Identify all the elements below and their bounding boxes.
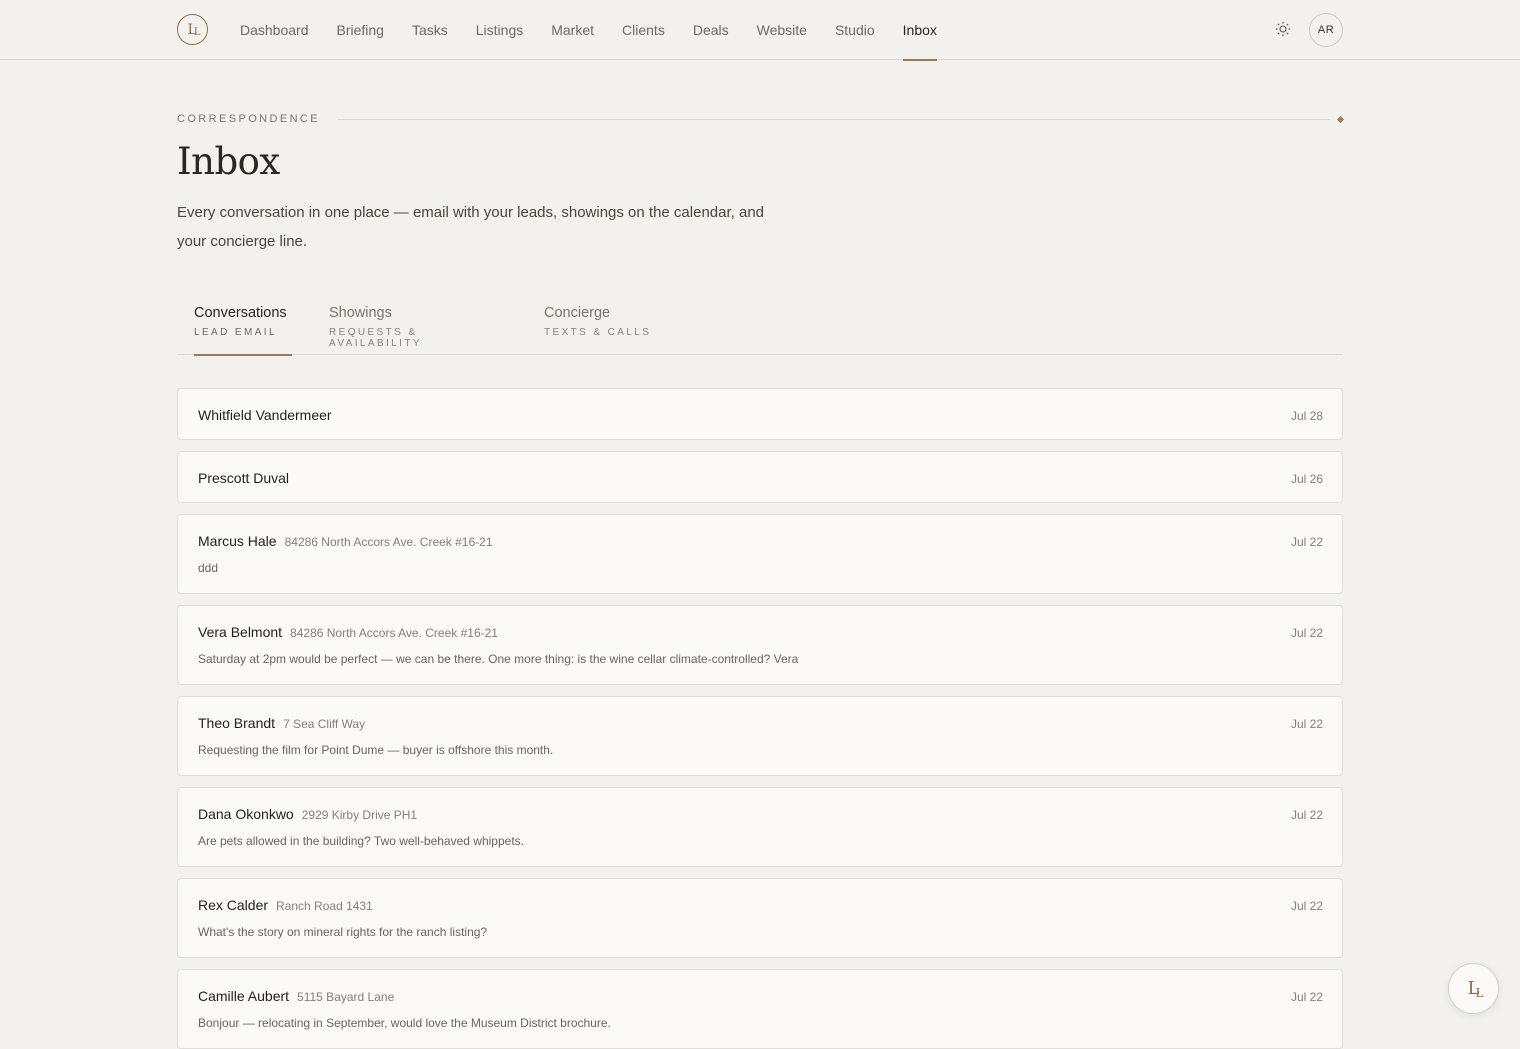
tab-label: Showings [329,305,392,321]
property-address: Ranch Road 1431 [276,899,373,913]
conversation-date: Jul 22 [1290,535,1323,549]
conversation-date: Jul 28 [1290,409,1323,423]
page-description: Every conversation in one place — email … [177,204,764,250]
message-preview: Are pets allowed in the building? Two we… [198,834,524,848]
tab-label: Concierge [544,305,611,321]
conversation-date: Jul 22 [1290,808,1323,822]
assistant-fab-button[interactable]: LL [1448,963,1499,1014]
tab-sublabel: TEXTS & CALLS [544,327,652,338]
conversation-row[interactable]: Vera Belmont 84286 North Accors Ave. Cree… [177,605,1343,685]
nav-item-tasks[interactable]: Tasks [412,0,448,60]
section-eyebrow-row: CORRESPONDENCE [177,111,1345,127]
sender-name: Prescott Duval [198,470,290,486]
nav-item-dashboard[interactable]: Dashboard [240,0,309,60]
sender-name: Whitfield Vandermeer [198,407,332,423]
property-address: 2929 Kirby Drive PH1 [301,808,418,822]
sender-name: Camille Aubert [198,988,290,1004]
sender-name: Marcus Hale [198,533,277,549]
conversation-date: Jul 22 [1290,990,1323,1004]
tab-showings[interactable]: Showings REQUESTS & AVAILABILITY [329,300,509,355]
nav-item-market[interactable]: Market [551,0,594,60]
message-preview: Requesting the film for Point Dume — buy… [198,743,554,757]
nav-item-studio[interactable]: Studio [835,0,875,60]
property-address: 84286 North Accors Ave. Creek #16-21 [290,626,498,640]
sender-name: Rex Calder [198,897,269,913]
brand-logo[interactable]: LL [177,14,208,45]
message-preview: Bonjour — relocating in September, would… [198,1016,611,1030]
sender-name: Vera Belmont [198,624,283,640]
tab-concierge[interactable]: Concierge TEXTS & CALLS [544,300,654,355]
tab-conversations[interactable]: Conversations LEAD EMAIL [194,300,292,356]
property-address: 7 Sea Cliff Way [283,717,366,731]
tab-sublabel: LEAD EMAIL [194,327,277,338]
main-nav: Dashboard Briefing Tasks Listings Market… [240,0,965,61]
user-avatar[interactable]: AR [1309,13,1343,47]
nav-item-briefing[interactable]: Briefing [337,0,384,60]
inbox-tabs: Conversations LEAD EMAIL Showings REQUES… [177,300,1343,356]
tab-sublabel: REQUESTS & AVAILABILITY [329,327,422,349]
nav-item-website[interactable]: Website [757,0,807,60]
eyebrow-divider [337,118,1330,120]
page-title: Inbox [177,140,280,183]
property-address: 84286 North Accors Ave. Creek #16-21 [284,535,493,549]
conversation-row[interactable]: Prescott Duval Jul 26 [177,451,1343,503]
message-preview: ddd [198,561,219,575]
top-nav-bar: LL Dashboard Briefing Tasks Listings Mar… [0,0,1520,61]
conversation-row[interactable]: Whitfield Vandermeer Jul 28 [177,388,1343,440]
sender-name: Theo Brandt [198,715,276,731]
logo-letter-small: L [193,27,200,38]
fab-letter: L [1467,978,1480,999]
diamond-icon [1336,115,1345,123]
conversation-row[interactable]: Marcus Hale 84286 North Accors Ave. Creek… [177,514,1343,594]
conversation-row[interactable]: Rex Calder Ranch Road 1431 Jul 22 What's … [177,878,1343,958]
nav-item-inbox[interactable]: Inbox [902,0,938,61]
message-preview: What's the story on mineral rights for t… [198,925,488,939]
nav-item-deals[interactable]: Deals [693,0,729,60]
message-preview: Saturday at 2pm would be perfect — we ca… [198,652,799,666]
nav-item-clients[interactable]: Clients [622,0,665,60]
conversation-row[interactable]: Theo Brandt 7 Sea Cliff Way Jul 22 Reques… [177,696,1343,776]
property-address: 5115 Bayard Lane [297,990,395,1004]
sun-icon[interactable] [1274,20,1292,38]
conversation-date: Jul 22 [1290,899,1323,913]
sender-name: Dana Okonkwo [198,806,294,822]
tab-label: Conversations [194,305,287,321]
conversation-row[interactable]: Dana Okonkwo 2929 Kirby Drive PH1 Jul 22 … [177,787,1343,867]
conversation-date: Jul 22 [1290,626,1323,640]
conversation-row[interactable]: Camille Aubert 5115 Bayard Lane Jul 22 Bo… [177,969,1343,1049]
nav-item-listings[interactable]: Listings [476,0,523,60]
fab-letter-small: L [1475,985,1483,1000]
conversation-date: Jul 26 [1290,472,1323,486]
conversation-date: Jul 22 [1290,717,1323,731]
section-eyebrow: CORRESPONDENCE [177,113,321,125]
